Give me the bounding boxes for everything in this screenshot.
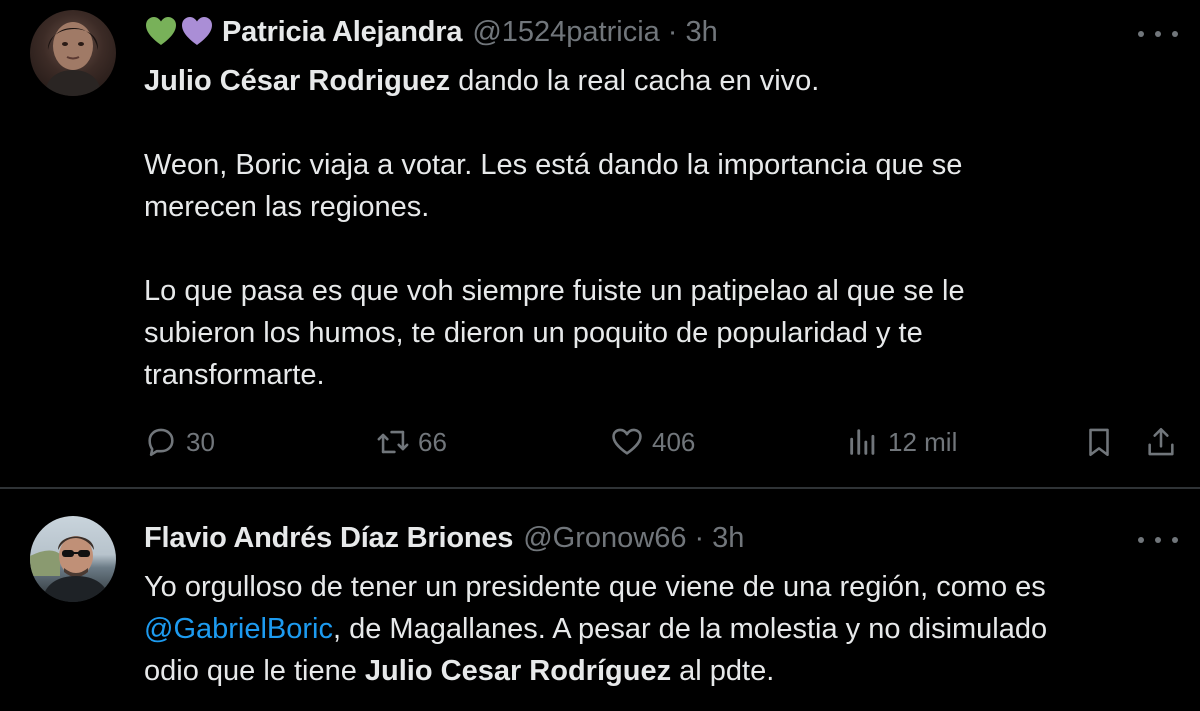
author-handle[interactable]: @1524patricia xyxy=(472,16,659,49)
separator-dot: · xyxy=(694,521,705,554)
purple-heart-icon xyxy=(182,17,212,45)
like-count: 406 xyxy=(652,426,696,457)
bold-name: Julio César Rodriguez xyxy=(144,65,451,97)
tweet-line: merecen las regiones. xyxy=(144,191,430,223)
views-count: 12 mil xyxy=(888,426,958,457)
timestamp[interactable]: 3h xyxy=(685,16,717,49)
author-name[interactable]: Patricia Alejandra xyxy=(222,16,463,49)
green-heart-icon xyxy=(146,17,176,45)
bookmark-button[interactable] xyxy=(1082,420,1116,464)
tweet-line: Yo orgulloso de tener un presidente que … xyxy=(144,571,1046,603)
author-name[interactable]: Flavio Andrés Díaz Briones xyxy=(144,522,513,555)
reply-button[interactable]: 30 xyxy=(144,420,215,464)
tweet-line: transformarte. xyxy=(144,359,325,391)
reply-icon xyxy=(148,428,174,457)
tweet-line: Weon, Boric viaja a votar. Les está dand… xyxy=(144,149,963,181)
text-segment: odio que le tiene xyxy=(144,655,365,687)
views-icon xyxy=(850,429,875,455)
bookmark-icon xyxy=(1089,428,1109,457)
like-icon xyxy=(612,428,642,455)
like-button[interactable]: 406 xyxy=(610,420,695,464)
timestamp[interactable]: 3h xyxy=(712,522,744,555)
more-icon[interactable] xyxy=(1138,530,1178,550)
more-icon[interactable] xyxy=(1138,24,1178,44)
tweet-header: Patricia Alejandra @1524patricia · 3h xyxy=(144,12,718,52)
tweet-text: Yo orgulloso de tener un presidente que … xyxy=(144,566,1174,692)
repost-icon xyxy=(377,430,409,454)
tweet[interactable]: Patricia Alejandra @1524patricia · 3h Ju… xyxy=(0,0,1200,488)
tweet-line: Julio César Rodriguez dando la real cach… xyxy=(144,60,1174,102)
avatar[interactable] xyxy=(30,516,116,602)
text-segment: dando la real cacha en vivo. xyxy=(450,65,820,97)
views-button[interactable]: 12 mil xyxy=(846,420,957,464)
avatar-portrait xyxy=(44,22,102,96)
action-bar: 30 66 406 12 mil xyxy=(144,420,1184,464)
tweet-line: subieron los humos, te dieron un poquito… xyxy=(144,317,923,349)
repost-count: 66 xyxy=(418,426,447,457)
share-button[interactable] xyxy=(1144,420,1178,464)
text-segment: , de Magallanes. A pesar de la molestia … xyxy=(333,613,1048,645)
avatar-portrait xyxy=(30,536,110,602)
tweet-text: Julio César Rodriguez dando la real cach… xyxy=(144,60,1174,396)
tweet-header: Flavio Andrés Díaz Briones @Gronow66 · 3… xyxy=(144,518,744,558)
bold-name: Julio Cesar Rodríguez xyxy=(364,655,672,687)
share-icon xyxy=(1148,427,1174,456)
tweet-line: @GabrielBoric, de Magallanes. A pesar de… xyxy=(144,608,1174,650)
mention-link[interactable]: @GabrielBoric xyxy=(144,613,333,645)
reply-count: 30 xyxy=(186,426,215,457)
avatar[interactable] xyxy=(30,10,116,96)
repost-button[interactable]: 66 xyxy=(376,420,447,464)
author-handle[interactable]: @Gronow66 xyxy=(523,522,686,555)
tweet-line: Lo que pasa es que voh siempre fuiste un… xyxy=(144,275,965,307)
separator-dot: · xyxy=(667,15,678,48)
text-segment: al pdte. xyxy=(671,655,775,687)
tweet-divider xyxy=(0,487,1200,489)
tweet-line: odio que le tiene Julio Cesar Rodríguez … xyxy=(144,650,1174,692)
